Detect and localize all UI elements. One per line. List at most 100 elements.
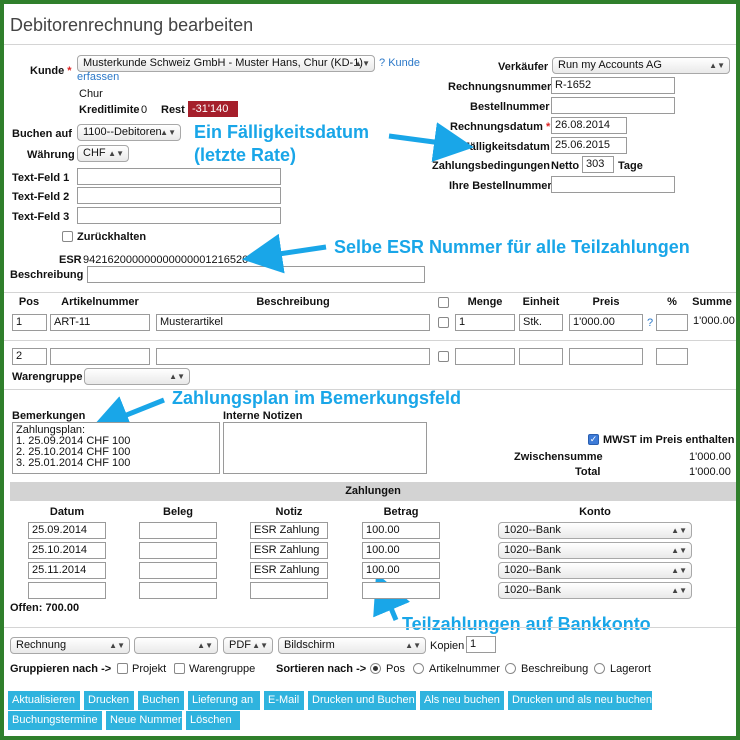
gruppieren-warengruppe-checkbox[interactable] [174, 663, 185, 674]
drucken-und-buchen-button[interactable]: Drucken und Buchen [308, 691, 416, 710]
row1-menge[interactable]: 1 [455, 314, 515, 331]
col-notiz: Notiz [275, 506, 303, 518]
payment-beleg[interactable] [139, 542, 217, 559]
print-language-select[interactable]: ▲▼ [134, 637, 218, 654]
payment-beleg[interactable] [139, 582, 217, 599]
col-beschreibung: Beschreibung [256, 296, 330, 308]
row2-preis[interactable] [569, 348, 643, 365]
sort-lagerort-label: Lagerort [610, 663, 651, 675]
payment-datum[interactable] [28, 582, 106, 599]
zwischensumme-value: 1'000.00 [689, 451, 731, 463]
items-bottom-divider [4, 389, 736, 390]
drucken-button[interactable]: Drucken [84, 691, 134, 710]
gruppieren-projekt-checkbox[interactable] [117, 663, 128, 674]
payment-betrag[interactable]: 100.00 [362, 542, 440, 559]
row2-checkbox[interactable] [438, 351, 449, 362]
interne-notizen-textarea[interactable] [223, 422, 427, 474]
email-button[interactable]: E-Mail [264, 691, 304, 710]
row1-beschreibung[interactable]: Musterartikel [156, 314, 430, 331]
items-top-divider [4, 292, 736, 293]
payment-beleg[interactable] [139, 562, 217, 579]
sort-beschreibung-radio[interactable] [505, 663, 516, 674]
kopien-input[interactable]: 1 [466, 636, 496, 653]
row2-einheit[interactable] [519, 348, 563, 365]
payment-betrag[interactable] [362, 582, 440, 599]
mwst-checkbox[interactable]: ✓ [588, 434, 599, 445]
payment-notiz[interactable]: ESR Zahlung [250, 522, 328, 539]
col-menge: Menge [467, 296, 503, 308]
payment-datum[interactable]: 25.09.2014 [28, 522, 106, 539]
neue-nummer-button[interactable]: Neue Nummer [106, 711, 182, 730]
buchen-button[interactable]: Buchen [138, 691, 184, 710]
offen-amount: Offen: 700.00 [10, 602, 80, 614]
total-label: Total [575, 466, 601, 478]
sort-pos-radio[interactable] [370, 663, 381, 674]
warengruppe-select[interactable]: ▲▼ [84, 368, 190, 385]
row2-artikelnummer[interactable] [50, 348, 150, 365]
payment-beleg[interactable] [139, 522, 217, 539]
row1-help-link[interactable]: ? [647, 317, 653, 329]
col-einheit: Einheit [522, 296, 560, 308]
sort-artikelnummer-label: Artikelnummer [429, 663, 500, 675]
print-format-select[interactable]: Rechnung ▲▼ [10, 637, 130, 654]
gruppieren-label: Gruppieren nach -> [10, 663, 112, 675]
print-type-select[interactable]: PDF ▲▼ [223, 637, 273, 654]
row1-preis[interactable]: 1'000.00 [569, 314, 643, 331]
interne-notizen-label: Interne Notizen [223, 410, 303, 422]
mwst-label: MWST im Preis enthalten [603, 434, 735, 446]
bemerkungen-label: Bemerkungen [12, 410, 86, 422]
col-artikelnummer: Artikelnummer [61, 296, 139, 308]
row1-percent[interactable] [656, 314, 688, 331]
warengruppe-label: Warengruppe [12, 371, 83, 383]
col-beleg: Beleg [163, 506, 193, 518]
buchungstermine-button[interactable]: Buchungstermine [8, 711, 102, 730]
row2-percent[interactable] [656, 348, 688, 365]
payment-konto-select[interactable]: 1020--Bank ▲▼ [498, 562, 692, 579]
col-datum: Datum [49, 506, 85, 518]
lieferung-an-button[interactable]: Lieferung an [188, 691, 260, 710]
row2-beschreibung[interactable] [156, 348, 430, 365]
row1-einheit[interactable]: Stk. [519, 314, 563, 331]
loeschen-button[interactable]: Löschen [186, 711, 240, 730]
col-preis: Preis [592, 296, 620, 308]
zahlungen-header-bar: Zahlungen [10, 482, 736, 501]
payment-datum[interactable]: 25.10.2014 [28, 542, 106, 559]
payment-betrag[interactable]: 100.00 [362, 522, 440, 539]
payment-betrag[interactable]: 100.00 [362, 562, 440, 579]
col-summe: Summe [692, 296, 732, 308]
sort-artikelnummer-radio[interactable] [413, 663, 424, 674]
payment-notiz[interactable]: ESR Zahlung [250, 542, 328, 559]
gruppieren-projekt-label: Projekt [132, 663, 167, 675]
sort-beschreibung-label: Beschreibung [521, 663, 589, 675]
payment-notiz[interactable] [250, 582, 328, 599]
row1-checkbox[interactable] [438, 317, 449, 328]
gruppieren-warengruppe-label: Warengruppe [189, 663, 256, 675]
payment-notiz[interactable]: ESR Zahlung [250, 562, 328, 579]
sort-pos-label: Pos [386, 663, 405, 675]
kopien-label: Kopien [430, 640, 465, 652]
payment-konto-select[interactable]: 1020--Bank ▲▼ [498, 542, 692, 559]
payment-datum[interactable]: 25.11.2014 [28, 562, 106, 579]
row2-menge[interactable] [455, 348, 515, 365]
print-divider [4, 627, 736, 628]
items-row-divider [4, 340, 736, 341]
sort-lagerort-radio[interactable] [594, 663, 605, 674]
payment-konto-select[interactable]: 1020--Bank ▲▼ [498, 522, 692, 539]
row1-summe: 1'000.00 [693, 315, 735, 327]
row2-pos[interactable]: 2 [12, 348, 47, 365]
payment-konto-select[interactable]: 1020--Bank ▲▼ [498, 582, 692, 599]
col-betrag: Betrag [383, 506, 419, 518]
bemerkungen-textarea[interactable]: Zahlungsplan: 1. 25.09.2014 CHF 100 2. 2… [12, 422, 220, 474]
print-target-select[interactable]: Bildschirm ▲▼ [278, 637, 426, 654]
drucken-und-als-neu-buchen-button[interactable]: Drucken und als neu buchen [508, 691, 652, 710]
col-konto: Konto [579, 506, 611, 518]
col-percent: % [667, 296, 677, 308]
als-neu-buchen-button[interactable]: Als neu buchen [420, 691, 504, 710]
zwischensumme-label: Zwischensumme [514, 451, 603, 463]
row1-pos[interactable]: 1 [12, 314, 47, 331]
total-value: 1'000.00 [689, 466, 731, 478]
items-header-checkbox[interactable] [438, 297, 449, 308]
row1-artikelnummer[interactable]: ART-11 [50, 314, 150, 331]
aktualisieren-button[interactable]: Aktualisieren [8, 691, 80, 710]
arrow-faelligkeit [388, 122, 474, 162]
